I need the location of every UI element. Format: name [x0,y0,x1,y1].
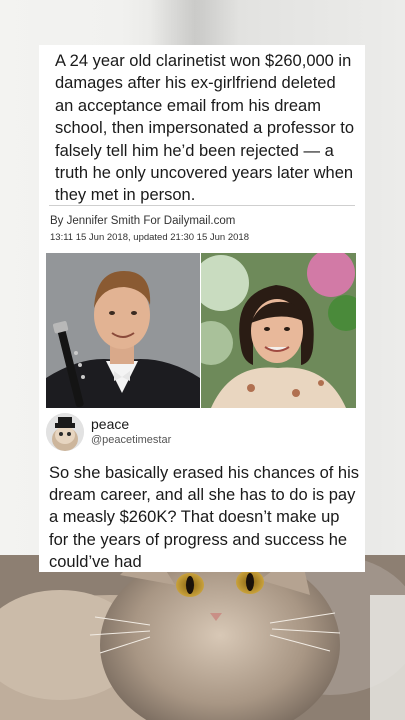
post-card: A 24 year old clarinetist won $260,000 i… [39,45,365,572]
ex-girlfriend-photo [201,253,356,408]
user-display-name[interactable]: peace [91,416,129,432]
clarinetist-photo [46,253,200,408]
tweet-text: So she basically erased his chances of h… [49,464,360,571]
article-dateline: 13:11 15 Jun 2018, updated 21:30 15 Jun … [50,232,249,243]
avatar[interactable] [46,413,84,451]
article-headline: A 24 year old clarinetist won $260,000 i… [55,52,355,205]
article-byline: By Jennifer Smith For Dailymail.com [50,215,236,227]
divider [49,205,355,206]
user-handle[interactable]: @peacetimestar [91,434,171,446]
cat-background-photo [0,555,405,720]
